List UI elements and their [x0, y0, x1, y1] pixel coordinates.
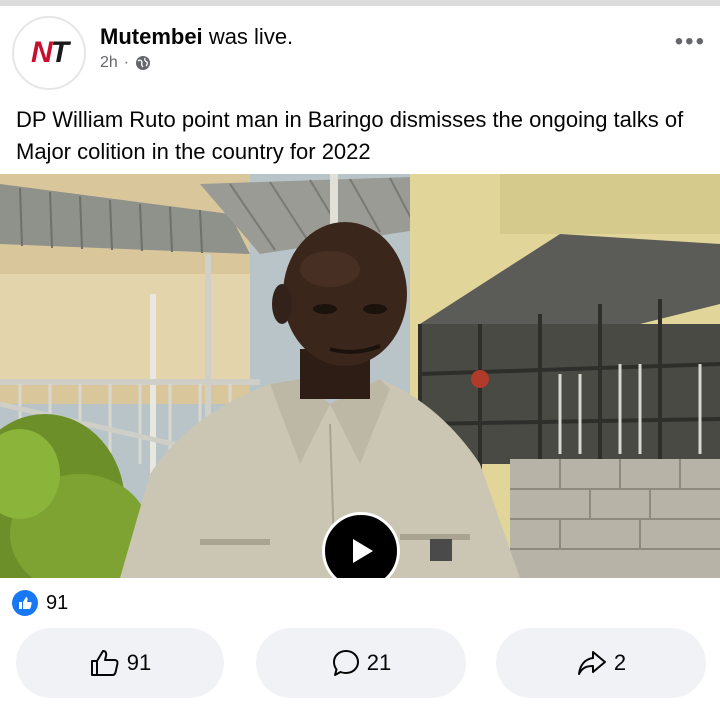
globe-icon — [136, 56, 151, 70]
reaction-summary[interactable]: 91 — [12, 590, 68, 616]
author-name[interactable]: Mutembei — [100, 24, 203, 49]
live-status: was live. — [208, 24, 294, 49]
page-avatar[interactable]: N T — [12, 16, 86, 90]
author-line: Mutembei was live. — [100, 24, 293, 50]
share-button[interactable]: 2 — [496, 628, 706, 698]
thumbs-up-icon — [90, 650, 119, 676]
share-count: 2 — [613, 650, 627, 675]
like-button[interactable]: 91 — [16, 628, 224, 698]
like-count: 91 — [126, 650, 152, 675]
comment-icon — [332, 650, 359, 676]
like-reaction-icon — [12, 590, 38, 616]
reaction-count: 91 — [46, 591, 69, 614]
comment-button[interactable]: 21 — [256, 628, 466, 698]
meta-separator: · — [123, 54, 130, 71]
share-icon — [577, 651, 606, 675]
action-bar: 91 21 2 — [0, 628, 720, 698]
more-options-icon[interactable]: ••• — [675, 28, 706, 56]
post-time[interactable]: 2h — [100, 54, 118, 72]
live-video-thumbnail[interactable] — [0, 174, 720, 578]
comment-count: 21 — [366, 650, 392, 675]
post-header: N T Mutembei was live. 2h · ••• — [0, 6, 720, 92]
post-caption: DP William Ruto point man in Baringo dis… — [16, 107, 684, 164]
play-icon — [353, 539, 373, 563]
avatar-letter-t: T — [50, 36, 69, 69]
avatar-letter-n: N — [31, 36, 53, 69]
post-meta: 2h · — [100, 54, 151, 72]
